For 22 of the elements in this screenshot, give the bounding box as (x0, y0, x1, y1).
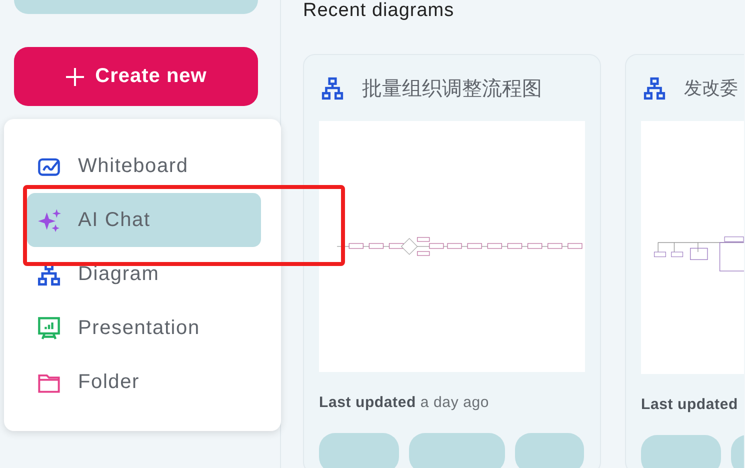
menu-item[interactable]: Diagram (27, 247, 261, 301)
card-action-button[interactable] (641, 435, 721, 468)
ai-icon (37, 208, 61, 232)
presentation-icon (37, 316, 61, 340)
menu-item[interactable]: Presentation (27, 301, 261, 355)
menu-item[interactable]: AI Chat (27, 193, 261, 247)
diagram-icon (643, 76, 666, 100)
card-title: 批量组织调整流程图 (362, 76, 542, 102)
plus-icon (65, 66, 86, 86)
create-new-button[interactable]: Create new (14, 47, 258, 106)
diagram-icon (321, 76, 344, 100)
last-updated-text: Last updated a day ago (319, 394, 490, 411)
section-heading: Recent diagrams (303, 0, 456, 22)
card-action-button[interactable] (319, 433, 399, 468)
card-action-button[interactable] (515, 433, 584, 468)
card-action-button[interactable] (409, 433, 505, 468)
last-updated-text: Last updated (641, 396, 739, 414)
diagram-card[interactable]: 发改委 Last updated (625, 54, 744, 468)
menu-item[interactable]: Folder (27, 355, 261, 409)
diagram-card[interactable]: 批量组织调整流程图 Last updated a day ago (303, 54, 601, 468)
card-title: 发改委 (684, 77, 738, 100)
menu-item[interactable]: Whiteboard (27, 139, 261, 193)
